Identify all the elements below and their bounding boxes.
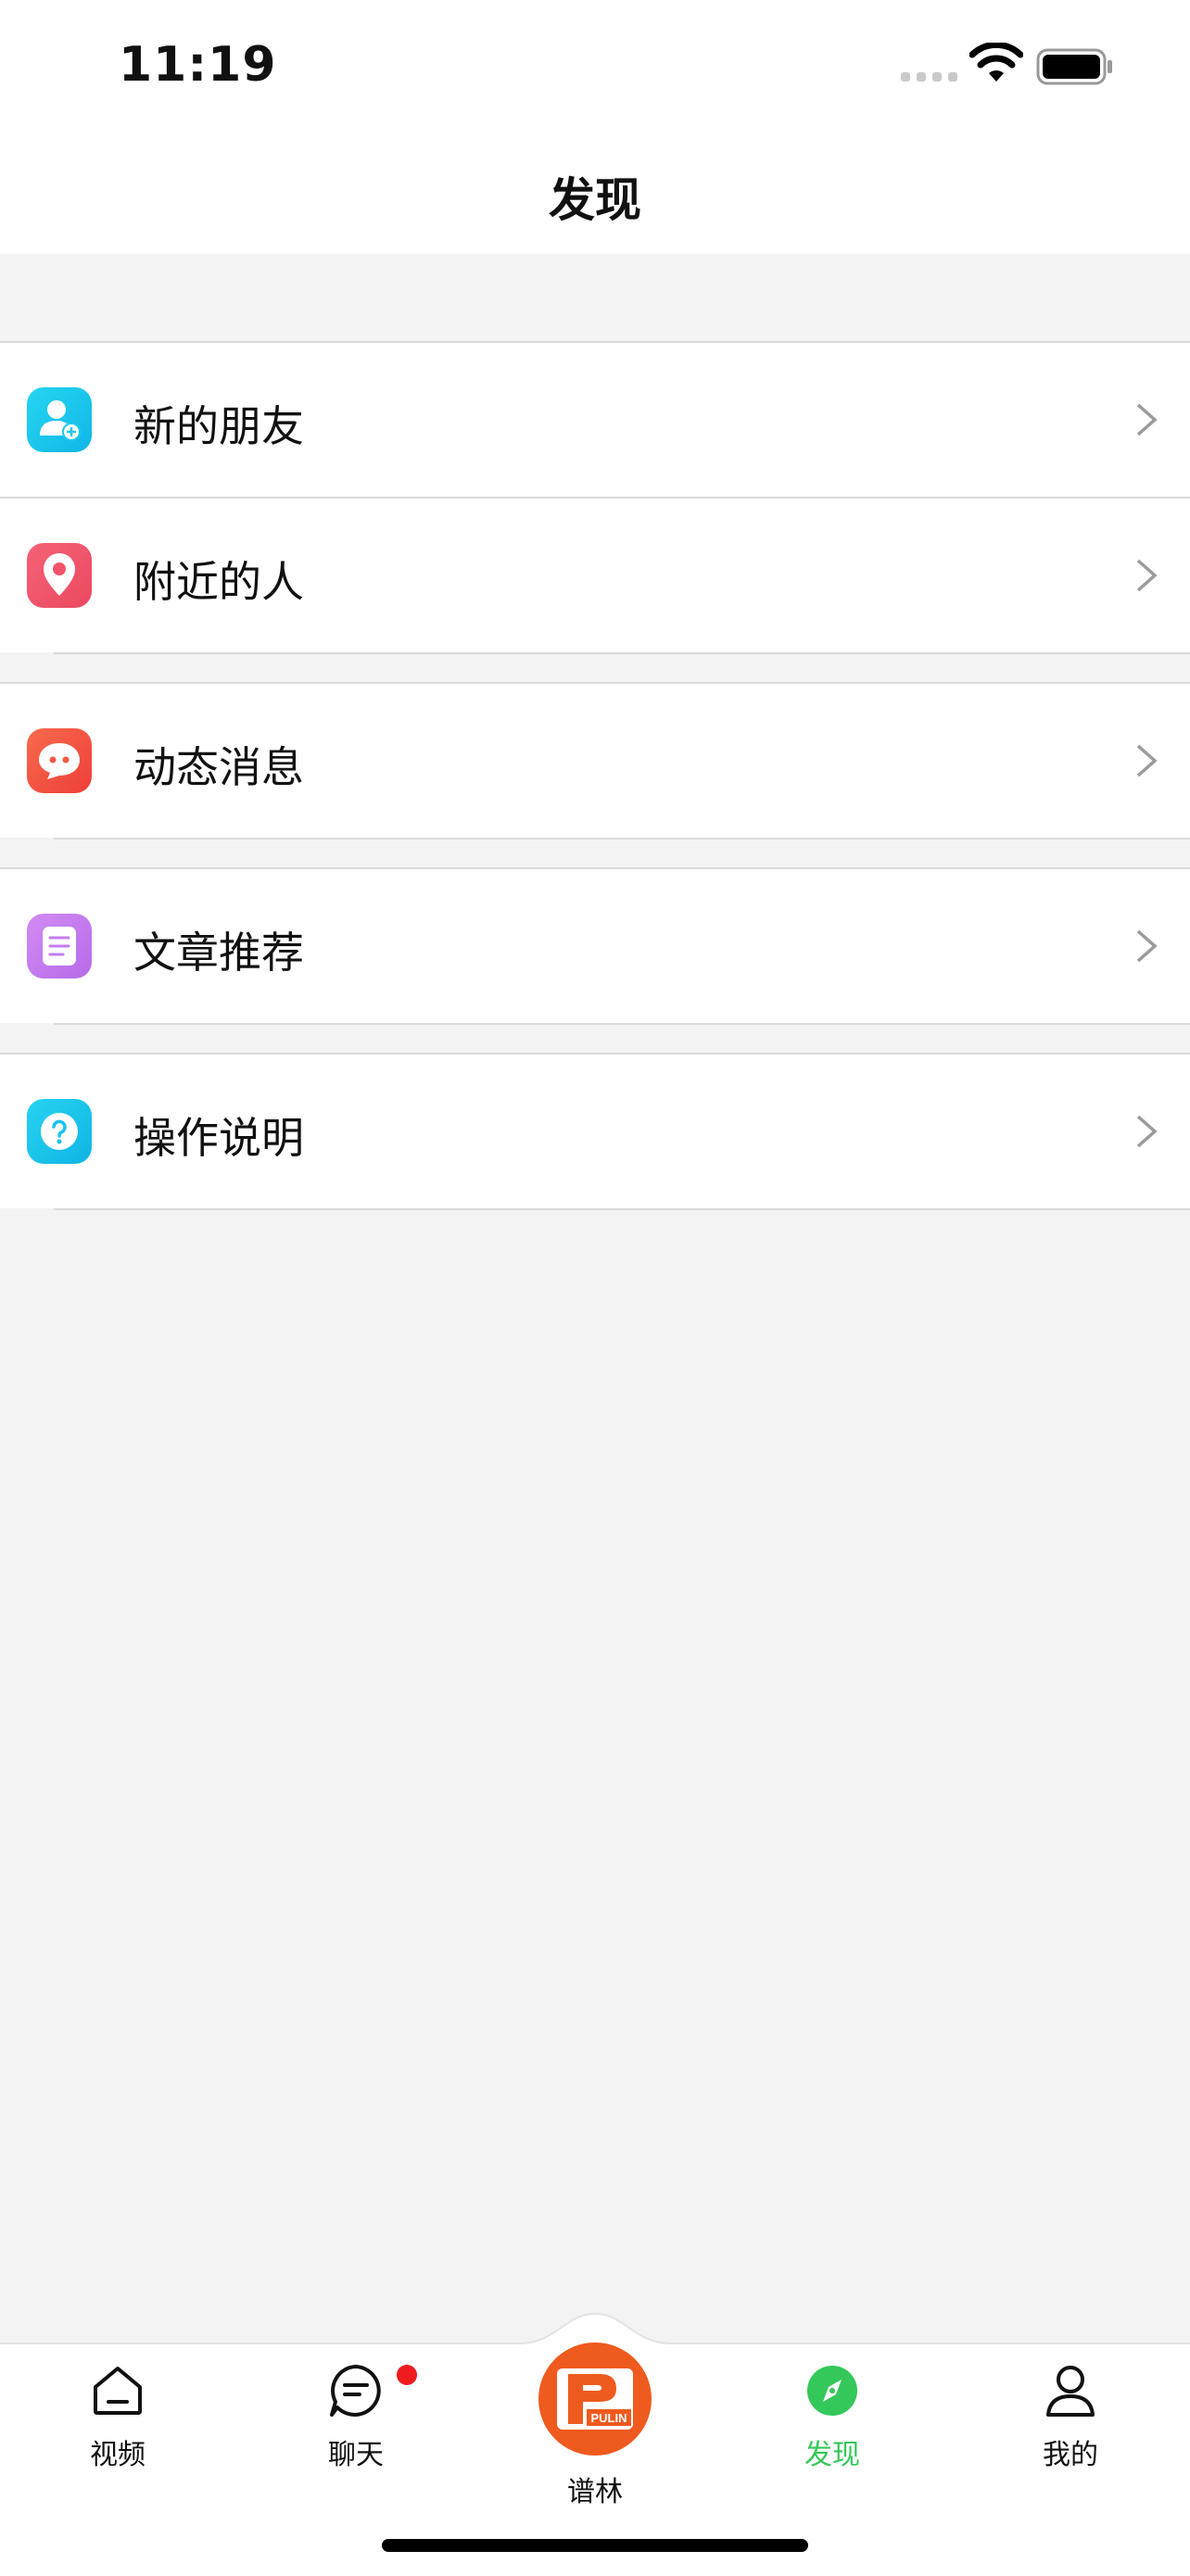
add-friend-icon [27,387,92,452]
page-title: 发现 [549,173,641,227]
status-bar: 11:19 [0,0,1190,137]
tab-label: 谱林 [567,2476,623,2508]
chevron-right-icon [1136,1115,1158,1148]
menu-item-instructions[interactable]: 操作说明 [0,1053,1190,1208]
tab-label: 聊天 [328,2439,384,2471]
status-time: 11:19 [119,37,277,93]
discover-menu-list: 新的朋友 附近的人 动态消息 文章推荐 操作说明 [0,341,1190,1210]
divider [54,838,1190,840]
navigation-bar: 发现 [0,137,1190,254]
menu-item-nearby-people[interactable]: 附近的人 [0,497,1190,652]
tab-pulin-center-button[interactable]: PULIN [538,2342,652,2456]
tab-discover[interactable]: 发现 [740,2361,925,2472]
divider [54,652,1190,654]
tab-profile[interactable]: 我的 [978,2361,1163,2472]
tab-label: 发现 [804,2439,860,2471]
menu-item-label: 操作说明 [133,1113,304,1163]
home-indicator [382,2539,808,2552]
menu-item-label: 动态消息 [133,742,304,792]
wifi-icon [969,43,1023,82]
tab-label: 我的 [1043,2439,1098,2471]
menu-item-label: 文章推荐 [133,928,304,978]
tab-chat[interactable]: 聊天 [263,2361,449,2472]
profile-icon [1046,2366,1095,2417]
tab-video[interactable]: 视频 [25,2361,210,2472]
menu-item-article-recommendations[interactable]: 文章推荐 [0,867,1190,1023]
divider [54,1023,1190,1025]
menu-item-label: 新的朋友 [133,401,304,451]
pulin-logo-icon: PULIN [557,2368,633,2430]
cellular-signal-icon [901,72,957,82]
compass-icon [807,2366,857,2416]
menu-item-new-friends[interactable]: 新的朋友 [0,341,1190,497]
article-icon [27,914,92,979]
chevron-right-icon [1136,559,1158,592]
chevron-right-icon [1136,929,1158,963]
battery-icon [1036,48,1112,85]
chat-icon [330,2365,381,2417]
location-pin-icon [27,543,92,608]
unread-badge [397,2365,417,2385]
tab-label: 视频 [90,2439,146,2471]
chevron-right-icon [1136,744,1158,777]
divider [54,1208,1190,1210]
chat-bubble-icon [27,728,92,793]
pulin-logo-text: PULIN [591,2411,627,2425]
chevron-right-icon [1136,403,1158,436]
menu-item-label: 附近的人 [133,557,304,607]
home-icon [94,2367,142,2415]
help-icon [27,1099,92,1164]
menu-item-activity-messages[interactable]: 动态消息 [0,682,1190,838]
